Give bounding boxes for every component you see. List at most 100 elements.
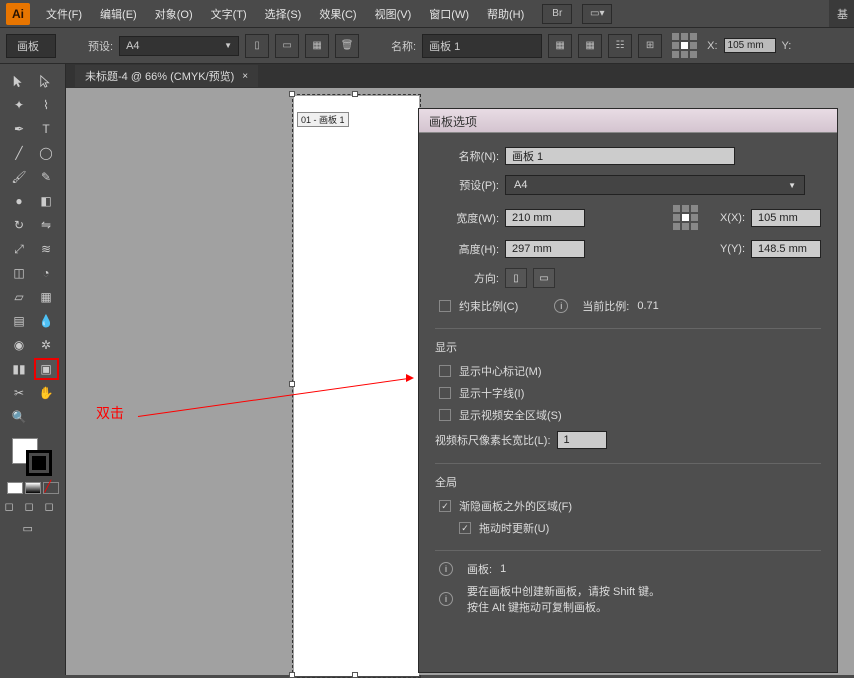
annotation-text: 双击 [96, 403, 124, 423]
orient-portrait-button[interactable]: ▯ [505, 268, 527, 288]
preset-field[interactable]: A4▼ [505, 175, 805, 195]
document-tab[interactable]: 未标题-4 @ 66% (CMYK/预览) × [75, 65, 258, 87]
handle-ml[interactable] [289, 381, 295, 387]
x-field[interactable] [751, 209, 821, 227]
y-field-label: Y(Y): [720, 243, 745, 255]
width-tool[interactable]: ≋ [34, 238, 59, 260]
global-section-title: 全局 [435, 474, 821, 490]
fade-label: 渐隐画板之外的区域(F) [459, 498, 572, 514]
fill-none[interactable]: ╱ [43, 482, 59, 494]
menu-edit[interactable]: 编辑(E) [92, 2, 145, 26]
menu-select[interactable]: 选择(S) [257, 2, 310, 26]
lasso-tool[interactable]: ⌇ [34, 94, 59, 116]
close-tab-icon[interactable]: × [242, 71, 248, 82]
height-field-label: 高度(H): [435, 241, 499, 257]
blob-brush-tool[interactable]: ● [7, 190, 32, 212]
magic-wand-tool[interactable]: ✦ [7, 94, 32, 116]
blend-tool[interactable]: ◉ [7, 334, 32, 356]
show-cross-label: 显示十字线(I) [459, 385, 524, 401]
artboard-label[interactable]: 01 - 画板 1 [297, 112, 349, 127]
handle-bm[interactable] [352, 672, 358, 678]
options-button[interactable]: ▦ [548, 34, 572, 58]
menubar: Ai 文件(F) 编辑(E) 对象(O) 文字(T) 选择(S) 效果(C) 视… [0, 0, 854, 28]
draw-behind[interactable]: ◻ [25, 500, 41, 516]
y-field[interactable] [751, 240, 821, 258]
reference-point[interactable] [673, 205, 698, 230]
display-section-title: 显示 [435, 339, 821, 355]
gradient-tool[interactable]: ▤ [7, 310, 32, 332]
symbol-sprayer-tool[interactable]: ✲ [34, 334, 59, 356]
show-center-checkbox[interactable] [439, 365, 451, 377]
pencil-tool[interactable]: ✎ [34, 166, 59, 188]
ellipse-tool[interactable]: ◯ [34, 142, 59, 164]
orient-landscape-button[interactable]: ▭ [533, 268, 555, 288]
shape-builder-tool[interactable]: ◔ [34, 262, 59, 284]
orientation-portrait-button[interactable]: ▯ [245, 34, 269, 58]
name-field[interactable] [505, 147, 735, 165]
new-artboard-button[interactable]: ▦ [305, 34, 329, 58]
draw-inside[interactable]: ◻ [45, 500, 61, 516]
rotate-tool[interactable]: ↻ [7, 214, 32, 236]
slice-tool[interactable]: ✂ [7, 382, 32, 404]
draw-normal[interactable]: ◻ [5, 500, 21, 516]
reflect-tool[interactable]: ⇋ [34, 214, 59, 236]
artboard-tool[interactable]: ▣ [34, 358, 59, 380]
anchor-reference[interactable] [672, 33, 697, 58]
mesh-tool[interactable]: ▦ [34, 286, 59, 308]
free-transform-tool[interactable]: ◫ [7, 262, 32, 284]
zoom-tool[interactable]: 🔍 [7, 406, 32, 428]
perspective-tool[interactable]: ▱ [7, 286, 32, 308]
ratio-label: 当前比例: [582, 298, 629, 314]
bridge-button[interactable]: Br [542, 4, 572, 24]
handle-tm[interactable] [352, 91, 358, 97]
x-input[interactable] [724, 38, 776, 53]
menu-object[interactable]: 对象(O) [147, 2, 201, 26]
pen-tool[interactable]: ✒ [7, 118, 32, 140]
fill-solid[interactable] [7, 482, 23, 494]
orientation-landscape-button[interactable]: ▭ [275, 34, 299, 58]
menu-window[interactable]: 窗口(W) [421, 2, 477, 26]
stroke-swatch[interactable] [26, 450, 52, 476]
handle-tl[interactable] [289, 91, 295, 97]
constrain-label: 约束比例(C) [459, 298, 518, 314]
screen-mode-button[interactable]: ▭ [23, 522, 43, 538]
height-field[interactable] [505, 240, 585, 258]
line-tool[interactable]: ╱ [7, 142, 32, 164]
direct-selection-tool[interactable] [34, 70, 59, 92]
artboard-name-input[interactable]: 画板 1 [422, 34, 542, 58]
menu-effect[interactable]: 效果(C) [311, 2, 364, 26]
menu-view[interactable]: 视图(V) [367, 2, 420, 26]
selection-tool[interactable] [7, 70, 32, 92]
type-tool[interactable]: T [34, 118, 59, 140]
workspace-label[interactable]: 基 [837, 6, 848, 22]
show-safe-checkbox[interactable] [439, 409, 451, 421]
color-swatches[interactable] [0, 438, 65, 478]
fill-gradient[interactable] [25, 482, 41, 494]
video-ratio-field[interactable] [557, 431, 607, 449]
drag-update-checkbox[interactable] [459, 522, 471, 534]
grid-button[interactable]: ⊞ [638, 34, 662, 58]
align-button[interactable]: ▦ [578, 34, 602, 58]
graph-tool[interactable]: ▮▮ [7, 358, 32, 380]
menu-type[interactable]: 文字(T) [203, 2, 255, 26]
constrain-checkbox[interactable] [439, 300, 451, 312]
show-cross-checkbox[interactable] [439, 387, 451, 399]
fade-checkbox[interactable] [439, 500, 451, 512]
eyedropper-tool[interactable]: 💧 [34, 310, 59, 332]
width-field[interactable] [505, 209, 585, 227]
eraser-tool[interactable]: ◧ [34, 190, 59, 212]
preset-select[interactable]: A4▼ [119, 36, 239, 56]
arrange-button[interactable]: ▭▾ [582, 4, 612, 24]
mode-indicator: 画板 [6, 34, 56, 58]
hand-tool[interactable]: ✋ [34, 382, 59, 404]
info-hint-icon: i [439, 592, 453, 606]
paintbrush-tool[interactable]: 🖌 [7, 166, 32, 188]
x-label: X: [707, 40, 717, 52]
handle-bl[interactable] [289, 672, 295, 678]
delete-artboard-button[interactable]: 🗑 [335, 34, 359, 58]
scale-tool[interactable]: ⤢ [7, 238, 32, 260]
rearrange-button[interactable]: ☷ [608, 34, 632, 58]
x-field-label: X(X): [720, 212, 745, 224]
menu-file[interactable]: 文件(F) [38, 2, 90, 26]
menu-help[interactable]: 帮助(H) [479, 2, 532, 26]
